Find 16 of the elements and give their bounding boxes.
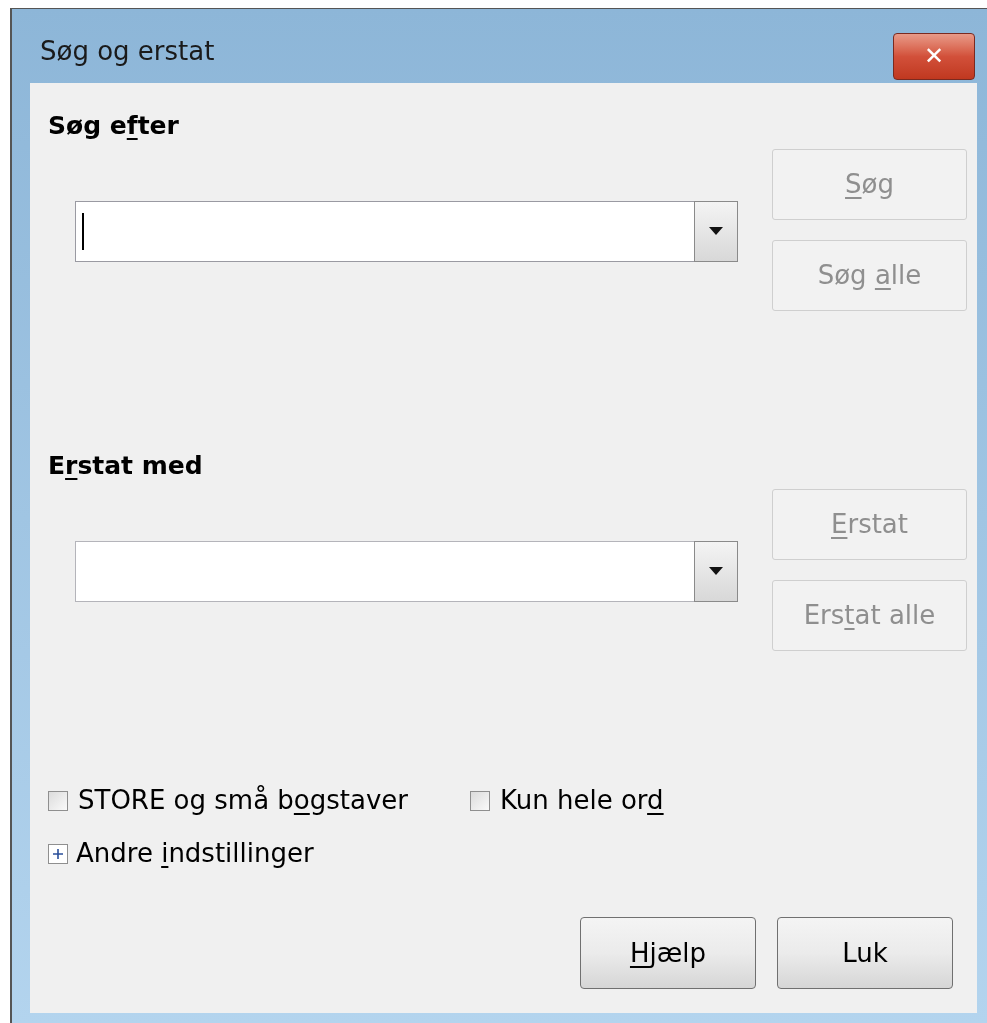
caret-icon <box>708 226 724 236</box>
expander-label[interactable]: Andre indstillinger <box>76 834 314 873</box>
window-title: Søg og erstat <box>39 34 215 68</box>
text-field[interactable] <box>75 200 694 262</box>
section-heading: Søg efter <box>48 110 180 142</box>
dropdown-button[interactable] <box>694 200 738 262</box>
section-heading: Erstat med <box>48 450 204 482</box>
dialog-button[interactable]: Hjælp <box>580 917 756 989</box>
caret-icon <box>708 566 724 576</box>
plus-icon[interactable] <box>48 843 68 864</box>
dropdown-button[interactable] <box>694 540 738 602</box>
close-button[interactable]: ✕ <box>893 32 975 80</box>
option-checkbox[interactable]: Kun hele ord <box>470 781 664 820</box>
text-field[interactable] <box>75 540 694 602</box>
option-checkbox[interactable]: STORE og små bogstaver <box>48 781 409 820</box>
dialog-button[interactable]: Luk <box>777 917 953 989</box>
